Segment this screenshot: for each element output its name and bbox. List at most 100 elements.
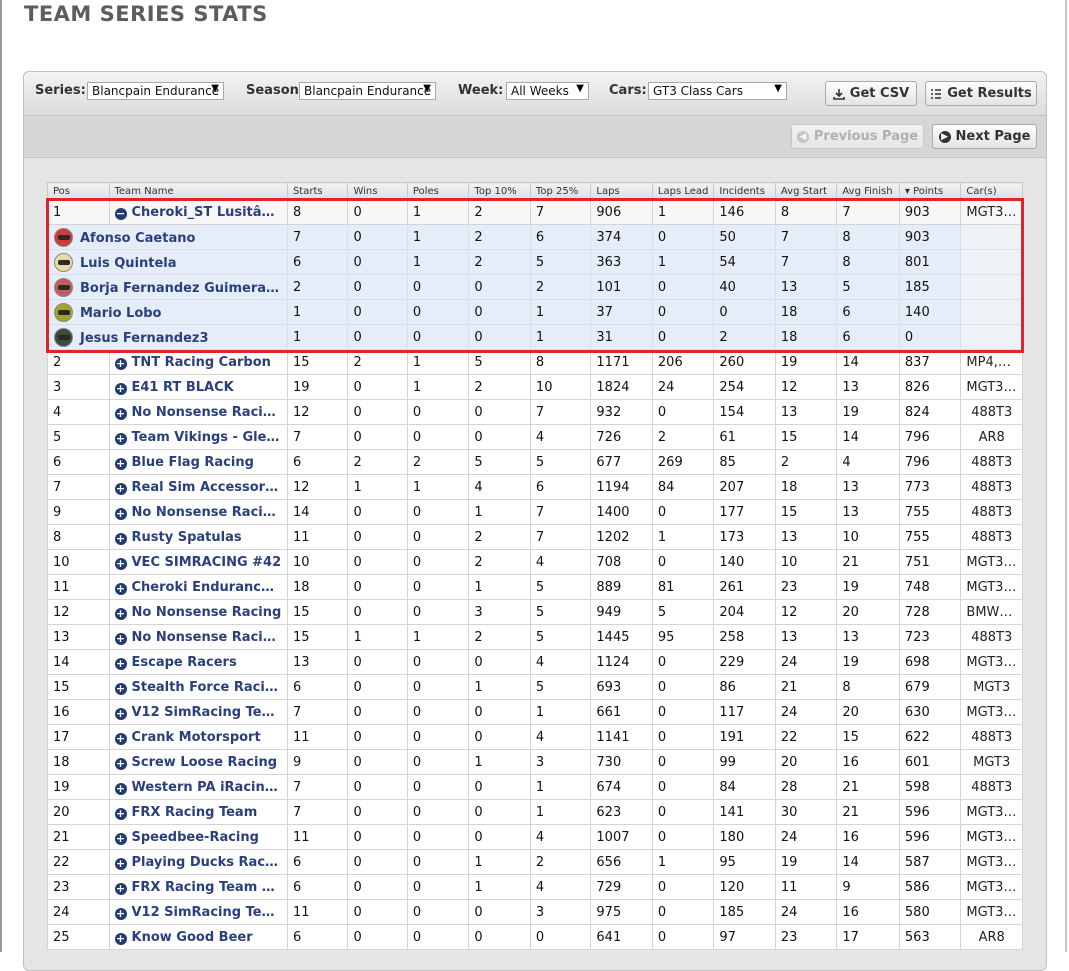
- season-select[interactable]: Blancpain Endurance ▼: [299, 82, 436, 100]
- team-name-cell[interactable]: + Blue Flag Racing: [108, 449, 288, 475]
- next-page-button[interactable]: ▶ Next Page: [932, 124, 1037, 149]
- get-csv-button[interactable]: Get CSV: [825, 81, 917, 106]
- team-name-link[interactable]: No Nonsense Racing...: [132, 630, 287, 645]
- series-select[interactable]: Blancpain Endurance ▼: [87, 82, 224, 100]
- plus-circle-icon[interactable]: +: [114, 732, 127, 745]
- plus-circle-icon[interactable]: +: [114, 482, 127, 495]
- team-name-link[interactable]: No Nonsense Racing: [132, 605, 282, 620]
- team-name-cell[interactable]: + V12 SimRacing Tea...: [108, 899, 288, 925]
- column-header[interactable]: Poles: [406, 182, 470, 200]
- driver-name-link[interactable]: Luis Quintela: [80, 256, 177, 271]
- plus-circle-icon[interactable]: +: [114, 557, 127, 570]
- plus-circle-icon[interactable]: +: [114, 507, 127, 520]
- team-name-cell[interactable]: + Know Good Beer: [108, 924, 288, 950]
- team-name-link[interactable]: E41 RT BLACK: [132, 380, 234, 395]
- team-name-link[interactable]: FRX Racing Team Or...: [132, 880, 287, 895]
- team-name-link[interactable]: Rusty Spatulas: [132, 530, 242, 545]
- team-name-cell[interactable]: + No Nonsense Racing...: [108, 499, 288, 525]
- team-name-link[interactable]: Cheroki Endurance T...: [132, 580, 287, 595]
- plus-circle-icon[interactable]: +: [114, 607, 127, 620]
- plus-circle-icon[interactable]: +: [114, 907, 127, 920]
- team-name-link[interactable]: Screw Loose Racing: [132, 755, 278, 770]
- plus-circle-icon[interactable]: +: [114, 882, 127, 895]
- team-name-cell[interactable]: + Western PA iRacing ...: [108, 774, 288, 800]
- driver-name-link[interactable]: Afonso Caetano: [80, 231, 195, 246]
- team-name-cell[interactable]: + Cheroki Endurance T...: [108, 574, 288, 600]
- team-name-link[interactable]: V12 SimRacing Tea...: [132, 905, 286, 920]
- team-name-cell[interactable]: + Speedbee-Racing: [108, 824, 288, 850]
- week-select[interactable]: All Weeks ▼: [506, 82, 589, 100]
- team-name-link[interactable]: Western PA iRacing ...: [132, 780, 287, 795]
- plus-circle-icon[interactable]: +: [114, 582, 127, 595]
- team-name-link[interactable]: Escape Racers: [132, 655, 237, 670]
- team-name-cell[interactable]: + No Nonsense Racing...: [108, 624, 288, 650]
- plus-circle-icon[interactable]: +: [114, 682, 127, 695]
- driver-name-cell[interactable]: Borja Fernandez Guimerans2: [47, 274, 288, 300]
- team-name-cell[interactable]: + V12 SimRacing Tea...: [108, 699, 288, 725]
- team-name-link[interactable]: Know Good Beer: [132, 930, 253, 945]
- team-name-link[interactable]: VEC SIMRACING #42: [132, 555, 282, 570]
- team-name-cell[interactable]: + E41 RT BLACK: [108, 374, 288, 400]
- team-name-cell[interactable]: + No Nonsense Racing: [108, 599, 288, 625]
- cars-select[interactable]: GT3 Class Cars ▼: [648, 82, 787, 100]
- plus-circle-icon[interactable]: +: [114, 932, 127, 945]
- team-name-cell[interactable]: + FRX Racing Team: [108, 799, 288, 825]
- column-header[interactable]: Avg Finish: [836, 182, 900, 200]
- column-header[interactable]: Wins: [347, 182, 408, 200]
- plus-circle-icon[interactable]: +: [114, 782, 127, 795]
- plus-circle-icon[interactable]: +: [114, 632, 127, 645]
- driver-name-cell[interactable]: Jesus Fernandez3: [47, 324, 288, 350]
- driver-name-cell[interactable]: Luis Quintela: [47, 249, 288, 275]
- column-header[interactable]: Car(s): [960, 182, 1023, 200]
- team-name-cell[interactable]: + Rusty Spatulas: [108, 524, 288, 550]
- previous-page-button[interactable]: ◀ Previous Page: [791, 124, 924, 149]
- team-name-cell[interactable]: + Stealth Force Racing: [108, 674, 288, 700]
- team-name-cell[interactable]: + Escape Racers: [108, 649, 288, 675]
- plus-circle-icon[interactable]: +: [114, 707, 127, 720]
- team-name-cell[interactable]: + Real Sim Accessorie...: [108, 474, 288, 500]
- plus-circle-icon[interactable]: +: [114, 657, 127, 670]
- driver-name-cell[interactable]: Mario Lobo: [47, 299, 288, 325]
- plus-circle-icon[interactable]: +: [114, 407, 127, 420]
- column-header[interactable]: Starts: [286, 182, 349, 200]
- team-name-cell[interactable]: + No Nonsense Racing...: [108, 399, 288, 425]
- minus-circle-icon[interactable]: −: [114, 207, 127, 220]
- team-name-cell[interactable]: + Playing Ducks Racin...: [108, 849, 288, 875]
- team-name-link[interactable]: Stealth Force Racing: [132, 680, 284, 695]
- team-name-link[interactable]: Playing Ducks Racin...: [132, 855, 287, 870]
- column-header[interactable]: Pos: [47, 182, 110, 200]
- plus-circle-icon[interactable]: +: [114, 532, 127, 545]
- team-name-cell[interactable]: + Team Vikings - Gleip...: [108, 424, 288, 450]
- plus-circle-icon[interactable]: +: [114, 432, 127, 445]
- plus-circle-icon[interactable]: +: [114, 857, 127, 870]
- team-name-link[interactable]: No Nonsense Racing...: [132, 405, 287, 420]
- team-name-cell[interactable]: + TNT Racing Carbon: [108, 349, 288, 375]
- team-name-link[interactable]: Cheroki_ST Lusitânia: [132, 205, 285, 220]
- driver-name-link[interactable]: Borja Fernandez Guimerans2: [80, 281, 286, 296]
- driver-name-link[interactable]: Mario Lobo: [80, 306, 162, 321]
- team-name-cell[interactable]: + VEC SIMRACING #42: [108, 549, 288, 575]
- plus-circle-icon[interactable]: +: [114, 757, 127, 770]
- column-header[interactable]: Laps: [590, 182, 653, 200]
- team-name-link[interactable]: FRX Racing Team: [132, 805, 258, 820]
- team-name-cell[interactable]: − Cheroki_ST Lusitânia: [108, 199, 288, 225]
- team-name-link[interactable]: No Nonsense Racing...: [132, 505, 287, 520]
- team-name-link[interactable]: V12 SimRacing Tea...: [132, 705, 286, 720]
- plus-circle-icon[interactable]: +: [114, 807, 127, 820]
- driver-name-cell[interactable]: Afonso Caetano: [47, 224, 288, 250]
- plus-circle-icon[interactable]: +: [114, 382, 127, 395]
- column-header[interactable]: ▾ Points: [898, 182, 962, 200]
- column-header[interactable]: Team Name: [108, 182, 288, 200]
- plus-circle-icon[interactable]: +: [114, 457, 127, 470]
- column-header[interactable]: Laps Lead: [651, 182, 715, 200]
- team-name-cell[interactable]: + Crank Motorsport: [108, 724, 288, 750]
- column-header[interactable]: Top 25%: [529, 182, 592, 200]
- driver-name-link[interactable]: Jesus Fernandez3: [80, 331, 209, 346]
- team-name-link[interactable]: TNT Racing Carbon: [132, 355, 271, 370]
- team-name-link[interactable]: Blue Flag Racing: [132, 455, 254, 470]
- column-header[interactable]: Incidents: [713, 182, 776, 200]
- team-name-link[interactable]: Speedbee-Racing: [132, 830, 259, 845]
- plus-circle-icon[interactable]: +: [114, 832, 127, 845]
- team-name-cell[interactable]: + Screw Loose Racing: [108, 749, 288, 775]
- column-header[interactable]: Avg Start: [774, 182, 838, 200]
